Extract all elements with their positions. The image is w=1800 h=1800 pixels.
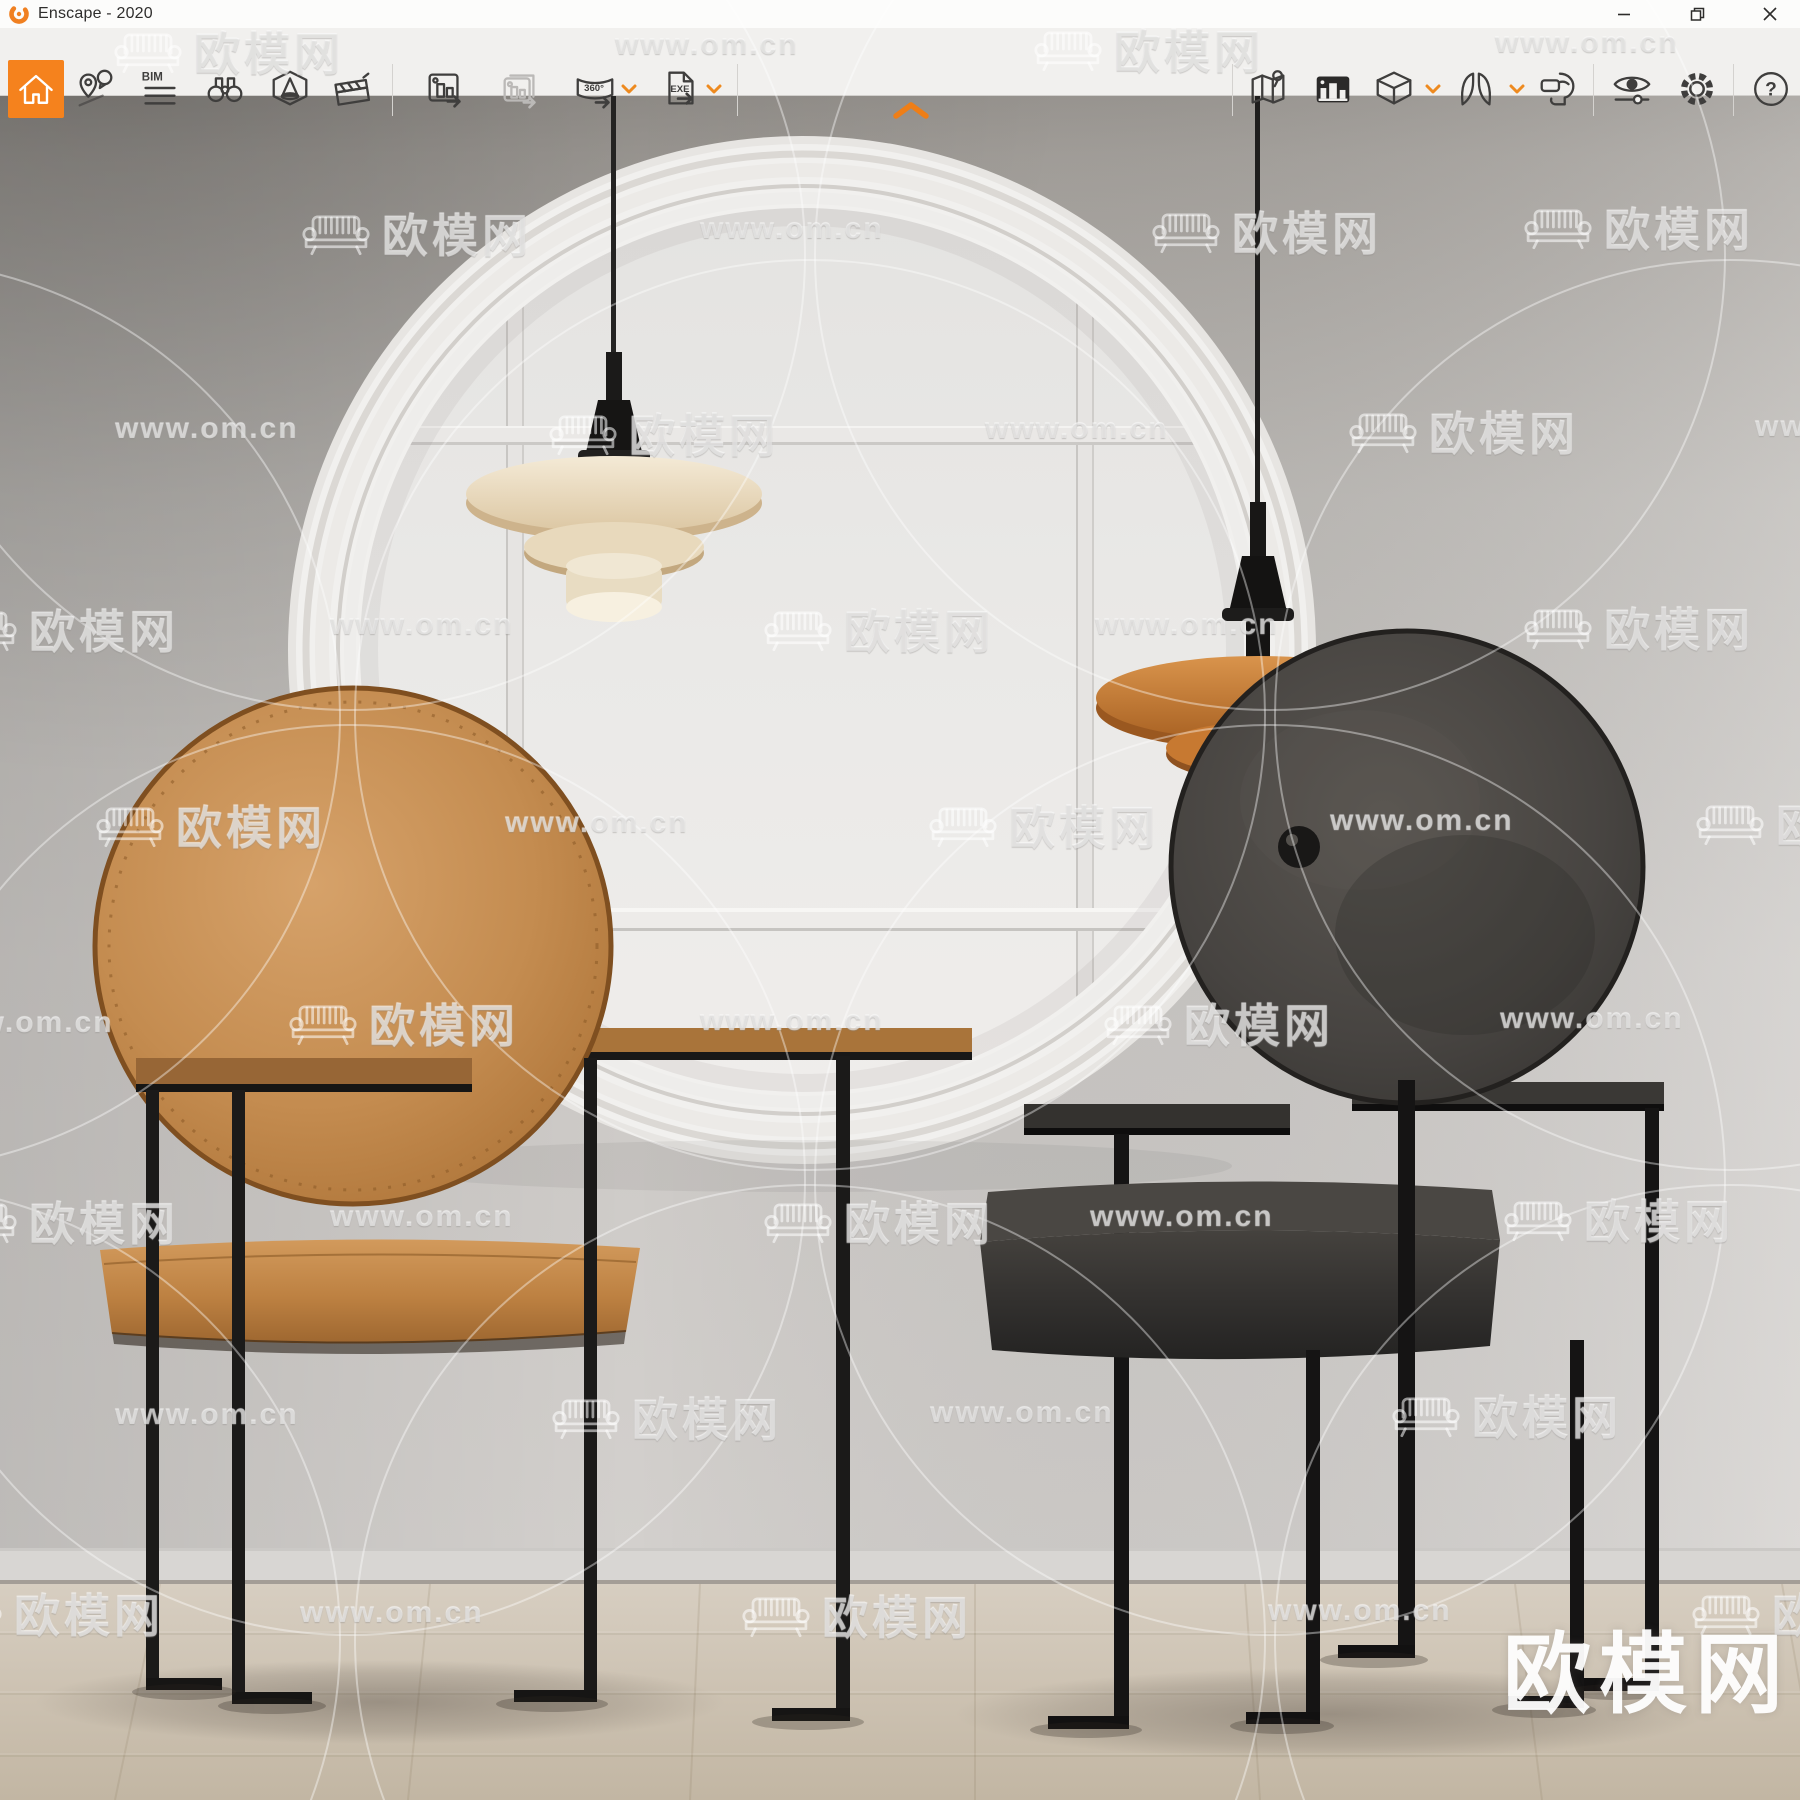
projection-dropdown-button[interactable]	[1425, 82, 1441, 96]
batch-export-button[interactable]	[497, 66, 543, 112]
gear-icon	[1680, 72, 1714, 106]
exe-export-button[interactable]: EXE	[657, 66, 703, 112]
panorama-export-button[interactable]: 360°	[572, 66, 618, 112]
panorama-dropdown-button[interactable]	[621, 82, 637, 96]
toolbar-separator	[392, 64, 393, 116]
chevron-down-icon	[621, 84, 637, 94]
enscape-logo	[9, 4, 29, 24]
views-panel-icon	[1316, 76, 1350, 103]
exe-export-icon: EXE	[668, 71, 694, 105]
restore-button[interactable]	[1674, 0, 1720, 28]
toolbar-separator	[737, 64, 738, 116]
close-icon	[1763, 7, 1777, 21]
find-button[interactable]	[202, 66, 248, 112]
minimize-icon	[1618, 13, 1630, 16]
titlebar: Enscape - 2020	[0, 0, 1800, 28]
scene-cube-icon	[272, 70, 308, 106]
screenshot-export-button[interactable]	[422, 66, 468, 112]
binoculars-icon	[207, 77, 243, 103]
baseboard	[0, 1548, 1800, 1586]
toolbar-separator	[1593, 64, 1594, 116]
help-icon: ?	[1754, 72, 1788, 106]
bim-list-icon: BIM	[142, 71, 176, 105]
scene-view-button[interactable]	[267, 66, 313, 112]
batch-export-icon	[503, 74, 536, 109]
toolbar-separator	[1232, 64, 1233, 116]
home-icon	[19, 74, 53, 104]
mini-map-button[interactable]	[1245, 66, 1291, 112]
views-manager-button[interactable]	[1310, 66, 1356, 112]
fly-mode-dropdown-button[interactable]	[1509, 82, 1525, 96]
screenshot-export-icon	[428, 73, 461, 108]
minimize-button[interactable]	[1601, 0, 1647, 28]
vr-headset-icon	[1540, 72, 1575, 106]
chevron-up-icon	[893, 102, 929, 119]
wings-icon	[1460, 72, 1492, 106]
restore-icon	[1690, 7, 1704, 21]
window-title: Enscape - 2020	[38, 5, 153, 22]
render-scene	[0, 0, 1800, 1800]
home-button[interactable]	[8, 60, 64, 118]
chevron-down-icon	[706, 84, 722, 94]
fly-mode-button[interactable]	[1453, 66, 1499, 112]
general-settings-button[interactable]	[1674, 66, 1720, 112]
bim-information-button[interactable]: BIM	[137, 66, 183, 112]
clapperboard-icon	[334, 72, 371, 106]
chevron-down-icon	[1425, 84, 1441, 94]
svg-text:360°: 360°	[584, 83, 604, 94]
eye-slider-icon	[1613, 76, 1651, 105]
map-icon	[1251, 70, 1285, 104]
chevron-down-icon	[1509, 84, 1525, 94]
cube-icon	[1376, 71, 1412, 105]
panorama-360-icon: 360°	[576, 78, 614, 109]
pin-bubble-icon	[78, 69, 113, 107]
chair-shadow-left	[35, 1660, 725, 1744]
svg-text:BIM: BIM	[142, 71, 163, 83]
svg-text:?: ?	[1765, 80, 1777, 101]
toolbar-collapse-button[interactable]	[890, 100, 932, 122]
help-button[interactable]: ?	[1748, 66, 1794, 112]
projection-cube-button[interactable]	[1371, 66, 1417, 112]
toolbar-separator	[1733, 64, 1734, 116]
toolbar: BIM 360° EXE ?	[0, 28, 1800, 119]
video-editor-button[interactable]	[329, 66, 375, 112]
exe-dropdown-button[interactable]	[706, 82, 722, 96]
viewport-3d[interactable]	[0, 0, 1800, 1800]
vr-button[interactable]	[1535, 66, 1581, 112]
visual-settings-button[interactable]	[1609, 66, 1655, 112]
collaboration-button[interactable]	[72, 66, 118, 112]
close-button[interactable]	[1747, 0, 1793, 28]
